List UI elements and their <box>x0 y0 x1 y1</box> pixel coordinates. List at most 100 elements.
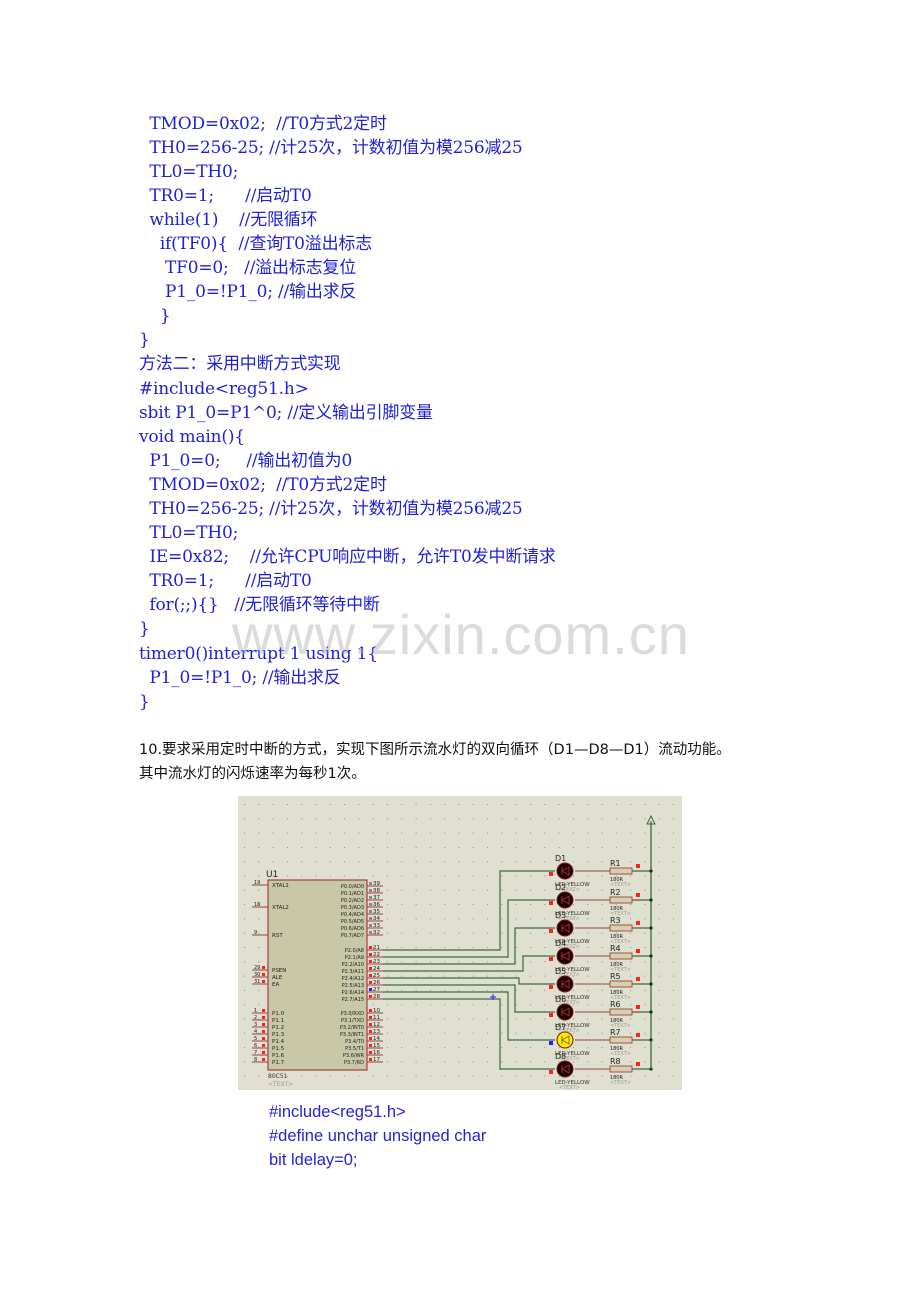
grid-dot <box>673 861 674 863</box>
pin-marker <box>369 946 372 949</box>
grid-dot <box>344 818 346 820</box>
code-line: sbit P1_0=P1^0; //定义输出引脚变量 <box>139 403 433 423</box>
pin-name: P1.1 <box>272 1018 284 1024</box>
pin-number: 2 <box>254 1015 257 1021</box>
grid-dot <box>415 1061 417 1063</box>
pin-number: 4 <box>254 1029 257 1035</box>
grid-dot <box>458 1004 460 1006</box>
grid-dot <box>487 861 489 863</box>
grid-dot <box>487 1061 489 1063</box>
grid-dot <box>444 975 446 977</box>
grid-dot <box>444 1047 446 1049</box>
pin-name: P3.7/RD <box>344 1060 364 1066</box>
grid-dot <box>630 918 632 920</box>
grid-dot <box>472 904 474 906</box>
grid-dot <box>658 947 660 948</box>
grid-dot <box>387 875 388 877</box>
pin-name: P1.7 <box>272 1060 285 1066</box>
pin-number: 29 <box>254 965 260 971</box>
pin-name: PSEN <box>272 968 286 974</box>
grid-dot <box>387 1047 388 1049</box>
grid-dot <box>501 947 503 948</box>
grid-dot <box>387 961 388 963</box>
grid-dot <box>244 1061 245 1063</box>
grid-dot <box>458 1047 460 1049</box>
wire <box>383 998 555 1070</box>
grid-dot <box>501 975 503 977</box>
code-line: } <box>139 692 150 712</box>
code-line: IE=0x82; //允许CPU响应中断，允许T0发中断请求 <box>139 547 556 567</box>
grid-dot <box>258 918 260 920</box>
grid-dot <box>258 932 260 934</box>
grid-dot <box>258 846 260 848</box>
grid-dot <box>544 904 546 906</box>
grid-dot <box>301 818 303 820</box>
grid-dot <box>358 804 360 805</box>
grid-dot <box>258 947 260 948</box>
pin-marker <box>369 1037 372 1040</box>
grid-dot <box>372 846 374 848</box>
grid-dot <box>644 947 646 948</box>
pin-marker <box>636 949 640 953</box>
code-line: #include<reg51.h> <box>139 379 309 399</box>
grid-dot <box>372 875 374 877</box>
grid-dot <box>544 1018 546 1020</box>
pin-marker <box>549 957 553 961</box>
grid-dot <box>587 818 589 820</box>
grid-dot <box>272 861 274 863</box>
grid-dot <box>472 846 474 848</box>
grid-dot <box>544 861 546 863</box>
grid-dot <box>587 861 589 863</box>
pin-name: P1.4 <box>272 1039 285 1045</box>
grid-dot <box>544 918 546 920</box>
grid-dot <box>572 989 574 991</box>
grid-dot <box>601 1018 603 1020</box>
grid-dot <box>530 861 531 863</box>
grid-dot <box>244 961 245 963</box>
grid-dot <box>329 861 331 863</box>
grid-dot <box>487 947 489 948</box>
grid-dot <box>515 1047 517 1049</box>
grid-dot <box>444 861 446 863</box>
pin-number: 25 <box>373 973 380 979</box>
pin-number: 21 <box>373 945 380 951</box>
grid-dot <box>401 832 403 834</box>
grid-dot <box>258 832 260 834</box>
grid-dot <box>315 818 317 820</box>
grid-dot <box>558 846 560 848</box>
pin-marker <box>369 917 372 920</box>
grid-dot <box>415 1032 417 1034</box>
grid-dot <box>244 904 245 906</box>
grid-dot <box>244 861 245 863</box>
grid-dot <box>487 904 489 906</box>
grid-dot <box>286 875 288 877</box>
grid-dot <box>501 846 503 848</box>
grid-dot <box>572 818 574 820</box>
pin-marker <box>549 1013 553 1017</box>
grid-dot <box>572 932 574 934</box>
grid-dot <box>458 1075 460 1077</box>
grid-dot <box>487 1004 489 1006</box>
grid-dot <box>258 989 260 991</box>
grid-dot <box>572 904 574 906</box>
grid-dot <box>673 1075 674 1077</box>
grid-dot <box>530 818 531 820</box>
resistor-r8 <box>609 1065 633 1073</box>
grid-dot <box>472 961 474 963</box>
grid-dot <box>429 846 431 848</box>
grid-dot <box>544 889 546 891</box>
grid-dot <box>458 1032 460 1034</box>
code-line: if(TF0){ //查询T0溢出标志 <box>139 234 372 254</box>
grid-dot <box>515 932 517 934</box>
grid-dot <box>286 818 288 820</box>
grid-dot <box>444 818 446 820</box>
grid-dot <box>372 804 374 805</box>
led-ref: D3 <box>555 911 566 920</box>
grid-dot <box>644 1004 646 1006</box>
grid-dot <box>472 975 474 977</box>
grid-dot <box>644 1047 646 1049</box>
pin-name: P1.3 <box>272 1032 285 1038</box>
junction-dot <box>649 869 653 873</box>
grid-dot <box>658 861 660 863</box>
grid-dot <box>244 932 245 934</box>
